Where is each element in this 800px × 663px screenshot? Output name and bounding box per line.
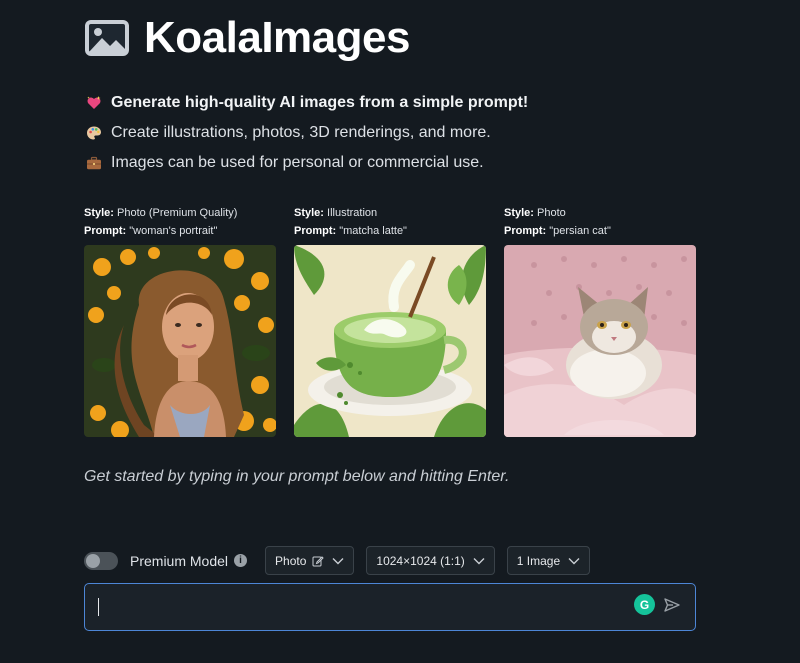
example-gallery: Style: Photo (Premium Quality) Prompt: "… bbox=[84, 204, 696, 437]
feature-text: Create illustrations, photos, 3D renderi… bbox=[111, 124, 491, 141]
feature-item: Images can be used for personal or comme… bbox=[86, 148, 528, 178]
matcha-latte-image[interactable] bbox=[294, 245, 486, 437]
style-select[interactable]: Photo bbox=[265, 546, 355, 575]
sparkling-heart-icon bbox=[87, 96, 101, 109]
briefcase-icon bbox=[87, 156, 101, 170]
prompt-value: "persian cat" bbox=[549, 225, 611, 237]
premium-model-toggle[interactable] bbox=[84, 551, 118, 570]
chevron-down-icon bbox=[568, 557, 580, 564]
grammarly-icon[interactable]: G bbox=[634, 594, 655, 615]
style-value: Photo (Premium Quality) bbox=[117, 207, 238, 219]
toggle-knob bbox=[86, 553, 100, 568]
style-value: Illustration bbox=[327, 207, 378, 219]
prompt-value: "matcha latte" bbox=[339, 225, 407, 237]
premium-model-label: Premium Model bbox=[130, 552, 229, 569]
feature-text: Generate high-quality AI images from a s… bbox=[111, 94, 529, 111]
brand-title: KoalaImages bbox=[144, 13, 410, 62]
app-header: KoalaImages bbox=[84, 12, 410, 64]
example-prompt: Prompt: "woman's portrait" bbox=[84, 222, 276, 240]
example-card: Style: Photo (Premium Quality) Prompt: "… bbox=[84, 204, 276, 437]
persian-cat-image[interactable] bbox=[504, 245, 696, 437]
woman-portrait-image[interactable] bbox=[84, 245, 276, 437]
example-prompt: Prompt: "persian cat" bbox=[504, 222, 696, 240]
generation-controls: Premium Model i Photo 1024×1024 (1:1) 1 … bbox=[84, 546, 602, 575]
feature-item: Generate high-quality AI images from a s… bbox=[86, 88, 528, 118]
example-prompt: Prompt: "matcha latte" bbox=[294, 222, 486, 240]
chevron-down-icon bbox=[332, 557, 344, 564]
style-select-value: Photo bbox=[275, 553, 307, 568]
feature-text: Images can be used for personal or comme… bbox=[111, 154, 484, 171]
example-style: Style: Photo bbox=[504, 204, 696, 222]
prompt-label: Prompt: bbox=[294, 225, 337, 237]
prompt-value: "woman's portrait" bbox=[129, 225, 218, 237]
artist-palette-icon bbox=[87, 126, 101, 140]
style-label: Style: bbox=[84, 207, 114, 219]
info-icon[interactable]: i bbox=[234, 554, 248, 567]
send-icon[interactable] bbox=[663, 596, 681, 614]
prompt-input[interactable]: G bbox=[84, 583, 696, 631]
feature-list: Generate high-quality AI images from a s… bbox=[86, 88, 528, 178]
example-style: Style: Photo (Premium Quality) bbox=[84, 204, 276, 222]
prompt-label: Prompt: bbox=[504, 225, 547, 237]
style-label: Style: bbox=[504, 207, 534, 219]
example-card: Style: Illustration Prompt: "matcha latt… bbox=[294, 204, 486, 437]
image-count-value: 1 Image bbox=[516, 553, 561, 568]
image-count-select[interactable]: 1 Image bbox=[506, 546, 591, 575]
text-caret bbox=[98, 598, 99, 616]
example-style: Style: Illustration bbox=[294, 204, 486, 222]
size-select-value: 1024×1024 (1:1) bbox=[376, 553, 465, 568]
feature-item: Create illustrations, photos, 3D renderi… bbox=[86, 118, 528, 148]
image-logo-icon bbox=[85, 20, 129, 56]
style-value: Photo bbox=[537, 207, 566, 219]
get-started-hint: Get started by typing in your prompt bel… bbox=[84, 468, 510, 485]
size-select[interactable]: 1024×1024 (1:1) bbox=[366, 546, 495, 575]
edit-icon bbox=[312, 555, 325, 566]
chevron-down-icon bbox=[473, 557, 485, 564]
style-label: Style: bbox=[294, 207, 324, 219]
example-card: Style: Photo Prompt: "persian cat" bbox=[504, 204, 696, 437]
prompt-label: Prompt: bbox=[84, 225, 127, 237]
